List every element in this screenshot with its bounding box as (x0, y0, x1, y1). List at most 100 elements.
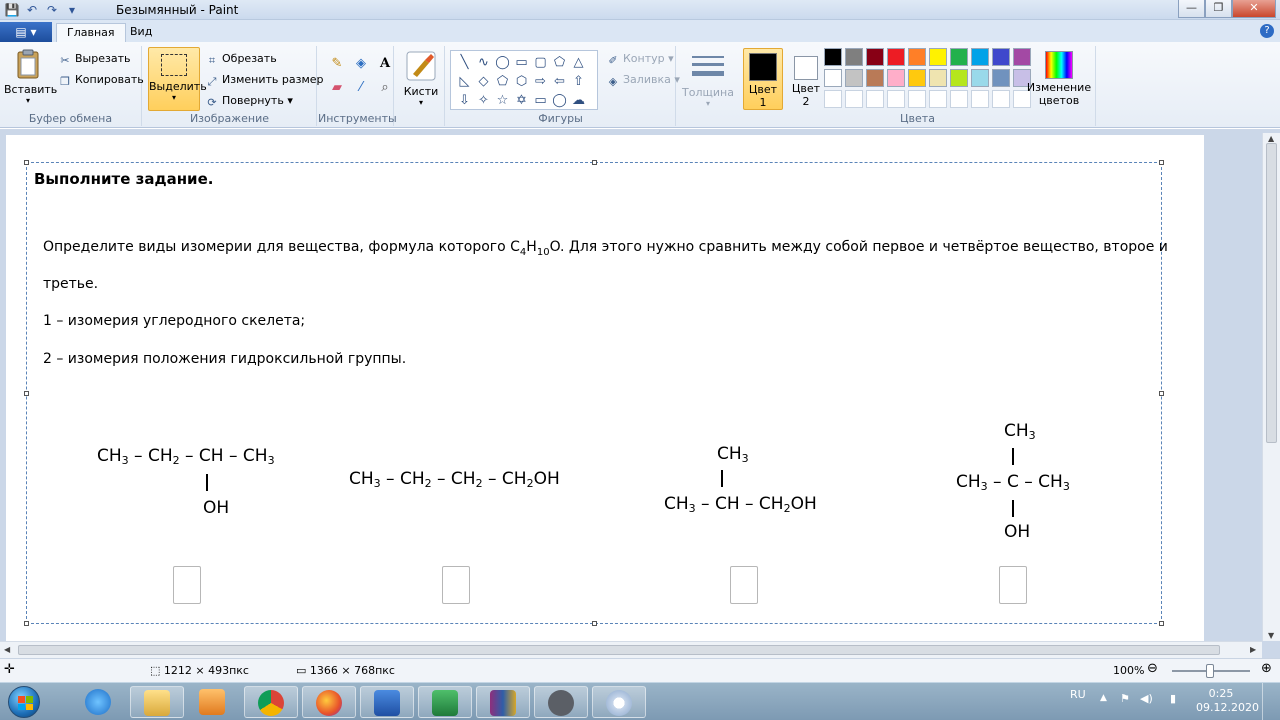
copy-button[interactable]: ❐ Копировать (58, 73, 144, 88)
shapes-gallery[interactable]: ╲ ∿ ◯ ▭ ▢ ⬠ △ ◺ ◇ ⬠ ⬡ ⇨ ⇦ ⇧ ⇩ ✧ ☆ ✡ ▭ ◯ ☁ (450, 50, 598, 110)
tab-home[interactable]: Главная (56, 23, 126, 42)
vertical-scrollbar[interactable]: ▲ ▼ (1262, 133, 1280, 641)
taskbar-winrar[interactable] (476, 686, 530, 718)
select-button[interactable]: Выделить ▾ (148, 47, 207, 111)
horizontal-scroll-thumb[interactable] (18, 645, 1220, 655)
star5-shape-icon[interactable]: ☆ (493, 91, 512, 110)
zoom-out-icon[interactable]: ⊖ (1147, 661, 1158, 676)
palette-swatch[interactable] (866, 48, 884, 66)
polygon-shape-icon[interactable]: ⬠ (550, 53, 569, 72)
selection-handle[interactable] (24, 621, 29, 626)
palette-swatch[interactable] (908, 48, 926, 66)
diamond-shape-icon[interactable]: ◇ (474, 72, 493, 91)
taskbar-chrome[interactable] (244, 686, 298, 718)
selection-handle[interactable] (1159, 621, 1164, 626)
star6-shape-icon[interactable]: ✡ (512, 91, 531, 110)
custom-color-slot[interactable] (950, 90, 968, 108)
palette-swatch[interactable] (845, 48, 863, 66)
maximize-button[interactable]: ❐ (1205, 0, 1232, 18)
palette-swatch[interactable] (992, 48, 1010, 66)
outline-button[interactable]: ✐ Контур ▾ (606, 52, 673, 67)
crop-button[interactable]: ⌗ Обрезать (205, 52, 277, 67)
arrow-left-shape-icon[interactable]: ⇦ (550, 72, 569, 91)
palette-swatch[interactable] (866, 69, 884, 87)
palette-swatch[interactable] (971, 48, 989, 66)
palette-swatch[interactable] (971, 69, 989, 87)
taskbar-explorer[interactable] (130, 686, 184, 718)
show-desktop-button[interactable] (1262, 683, 1276, 720)
undo-icon[interactable]: ↶ (24, 2, 40, 18)
redo-icon[interactable]: ↷ (44, 2, 60, 18)
palette-swatch[interactable] (908, 69, 926, 87)
help-icon[interactable]: ? (1260, 24, 1274, 38)
answer-box-3[interactable] (730, 566, 758, 604)
custom-color-slot[interactable] (971, 90, 989, 108)
callout-cloud-shape-icon[interactable]: ☁ (569, 91, 588, 110)
palette-swatch[interactable] (950, 48, 968, 66)
pentagon-shape-icon[interactable]: ⬠ (493, 72, 512, 91)
zoom-slider-thumb[interactable] (1206, 664, 1214, 678)
taskbar-firefox[interactable] (302, 686, 356, 718)
palette-swatch[interactable] (950, 69, 968, 87)
show-hidden-icons[interactable]: ▲ (1100, 693, 1107, 703)
clock[interactable]: 0:25 09.12.2020 (1196, 687, 1259, 715)
palette-swatch[interactable] (824, 69, 842, 87)
custom-color-slot[interactable] (887, 90, 905, 108)
network-icon[interactable]: ⚑ (1120, 692, 1130, 705)
palette-swatch[interactable] (992, 69, 1010, 87)
start-button[interactable] (8, 686, 40, 718)
arrow-right-shape-icon[interactable]: ⇨ (531, 72, 550, 91)
scroll-down-icon[interactable]: ▼ (1268, 631, 1274, 640)
flag-notification-icon[interactable]: ▮ (1170, 692, 1176, 705)
custom-color-slot[interactable] (992, 90, 1010, 108)
color1-button[interactable]: Цвет 1 (743, 48, 783, 110)
taskbar-ie[interactable] (72, 686, 126, 718)
answer-box-2[interactable] (442, 566, 470, 604)
save-icon[interactable]: 💾 (4, 2, 20, 18)
triangle-shape-icon[interactable]: △ (569, 53, 588, 72)
brushes-button[interactable]: Кисти ▾ (401, 50, 441, 107)
magnifier-icon[interactable]: ⌕ (374, 80, 396, 102)
scroll-up-icon[interactable]: ▲ (1268, 134, 1274, 143)
minimize-button[interactable]: — (1178, 0, 1205, 18)
taskbar-excel[interactable] (418, 686, 472, 718)
palette-swatch[interactable] (887, 69, 905, 87)
resize-button[interactable]: ⤢ Изменить размер (205, 73, 324, 88)
selection-handle[interactable] (1159, 160, 1164, 165)
right-triangle-shape-icon[interactable]: ◺ (455, 72, 474, 91)
color-picker-icon[interactable]: ⁄ (350, 80, 372, 102)
drawing-canvas[interactable]: Выполните задание. Определите виды изоме… (6, 135, 1204, 650)
custom-color-slot[interactable] (845, 90, 863, 108)
selection-handle[interactable] (592, 160, 597, 165)
palette-swatch[interactable] (929, 48, 947, 66)
custom-color-slot[interactable] (929, 90, 947, 108)
palette-swatch[interactable] (845, 69, 863, 87)
language-indicator[interactable]: RU (1070, 688, 1086, 701)
scroll-left-icon[interactable]: ◀ (4, 645, 10, 654)
edit-colors-button[interactable]: Изменение цветов (1026, 48, 1092, 107)
file-menu-button[interactable]: ▤ ▾ (0, 22, 52, 42)
custom-color-slot[interactable] (908, 90, 926, 108)
cut-button[interactable]: ✂ Вырезать (58, 52, 130, 67)
answer-box-1[interactable] (173, 566, 201, 604)
callout-rect-shape-icon[interactable]: ▭ (531, 91, 550, 110)
selection-handle[interactable] (24, 391, 29, 396)
volume-icon[interactable]: ◀) (1140, 692, 1153, 705)
size-button[interactable]: Толщина ▾ (681, 52, 735, 108)
callout-oval-shape-icon[interactable]: ◯ (550, 91, 569, 110)
hexagon-shape-icon[interactable]: ⬡ (512, 72, 531, 91)
rounded-rectangle-shape-icon[interactable]: ▢ (531, 53, 550, 72)
selection-handle[interactable] (24, 160, 29, 165)
vertical-scroll-thumb[interactable] (1266, 143, 1277, 443)
custom-color-slot[interactable] (824, 90, 842, 108)
palette-swatch[interactable] (887, 48, 905, 66)
taskbar-vr-app[interactable] (534, 686, 588, 718)
palette-swatch[interactable] (929, 69, 947, 87)
taskbar-media-player[interactable] (186, 686, 240, 718)
color2-button[interactable]: Цвет 2 (786, 48, 826, 108)
tab-view[interactable]: Вид (120, 23, 162, 42)
fill-bucket-icon[interactable]: ◈ (350, 56, 372, 78)
eraser-icon[interactable]: ▰ (326, 80, 348, 102)
rotate-button[interactable]: ⟳ Повернуть ▾ (205, 94, 292, 109)
answer-box-4[interactable] (999, 566, 1027, 604)
